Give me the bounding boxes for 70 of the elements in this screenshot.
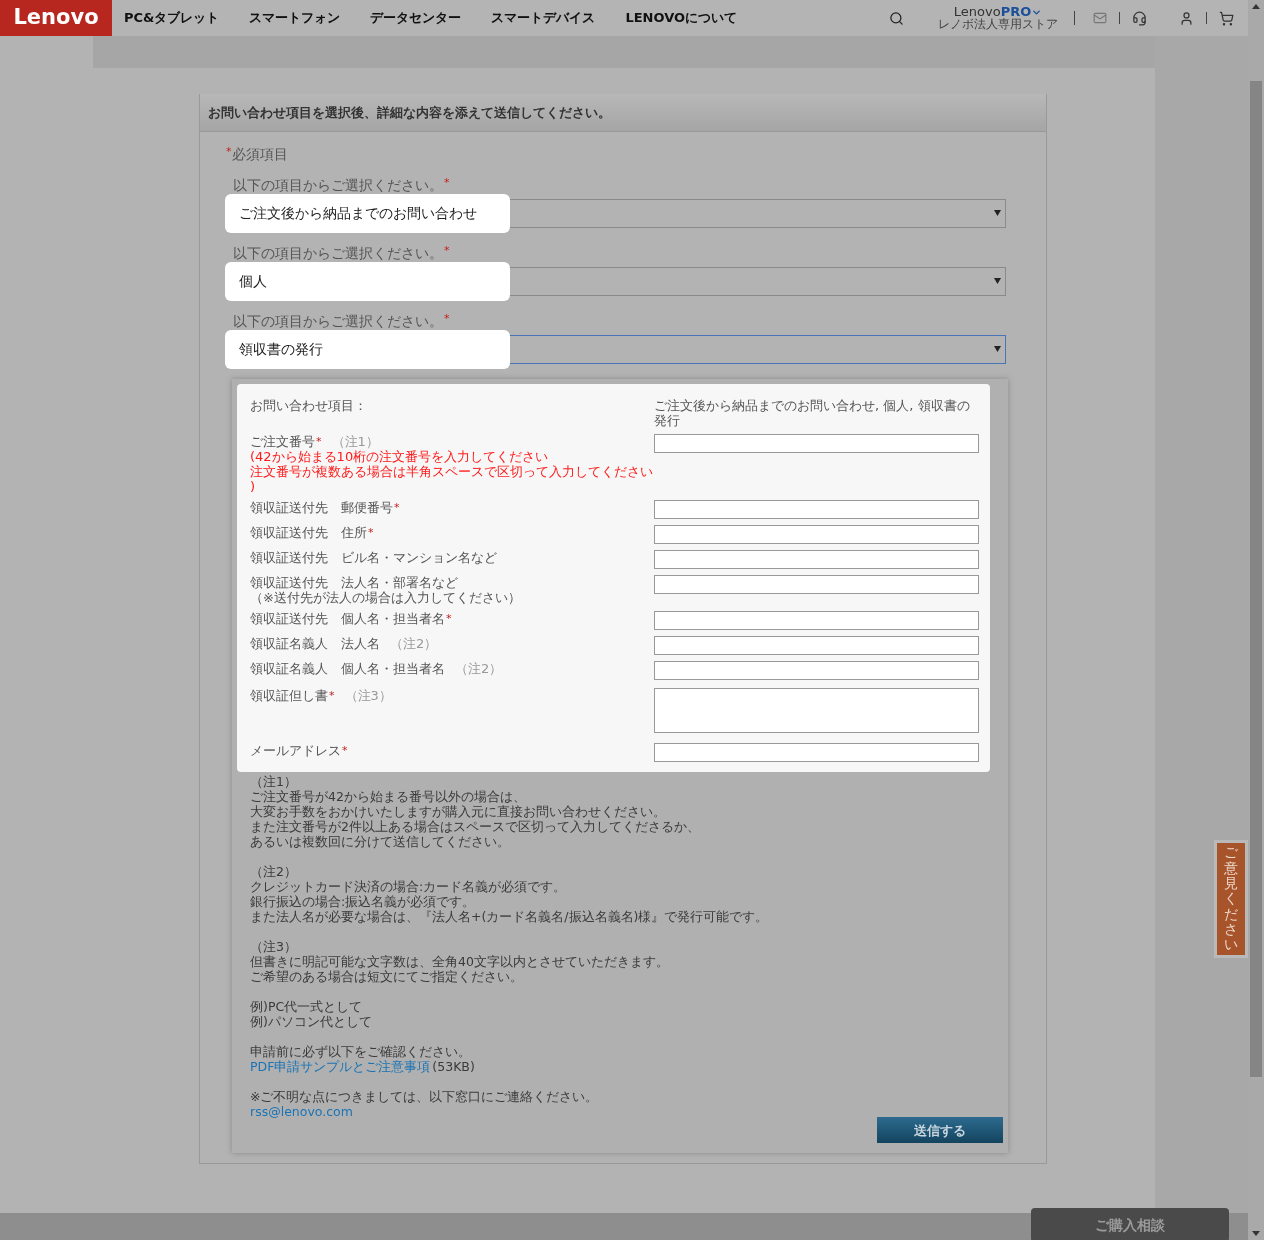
user-icon[interactable]: [1179, 10, 1194, 26]
caret-icon: [994, 346, 1001, 352]
text-area[interactable]: [654, 688, 979, 733]
select-label: 以下の項目からご選択ください。: [233, 312, 443, 331]
panel-title: お問い合わせ項目を選択後、詳細な内容を添えて送信してください。: [208, 103, 611, 122]
scrollbar[interactable]: [1248, 0, 1264, 1240]
submit-button[interactable]: 送信する: [877, 1117, 1003, 1143]
input-field[interactable]: [654, 661, 979, 680]
feedback-tab[interactable]: ご意見ください: [1214, 840, 1248, 958]
field-sublabel: （※送付先が法人の場合は入力してください）: [250, 590, 522, 605]
dropdown-value: 個人: [239, 272, 267, 291]
select-label: 以下の項目からご選択ください。: [233, 244, 443, 263]
caret-icon: [994, 278, 1001, 284]
input-field[interactable]: [654, 434, 979, 453]
input-field[interactable]: [654, 525, 979, 544]
hint-text: (42から始まる10桁の注文番号を入力してください: [250, 449, 549, 464]
input-field[interactable]: [654, 500, 979, 519]
field-label: 領収証但し書*: [250, 688, 335, 703]
field-label: ご注文番号*: [250, 434, 322, 449]
field-label: 領収証送付先 住所*: [250, 525, 374, 540]
note-paragraph: （注2） クレジットカード決済の場合:カード名義が必須です。 銀行振込の場合:振込名義が必須です。 また法人名が必要な場合は、『法人名+(カード名義名/振込名義名)様』で発行可能です。: [250, 864, 769, 924]
nav-link[interactable]: PC&タブレット: [124, 8, 220, 28]
required-mark: *: [226, 144, 232, 160]
scroll-down-icon[interactable]: [1252, 1231, 1260, 1236]
contact-text: ※ご不明な点につきましては、以下窓口にご連絡ください。: [250, 1089, 599, 1104]
nav-link[interactable]: スマートフォン: [249, 8, 341, 28]
field-label: 領収証送付先 法人名・部署名など: [250, 575, 458, 590]
nav-link[interactable]: LENOVOについて: [625, 8, 738, 28]
note-paragraph: 例)PC代一式として 例)パソコン代として: [250, 999, 372, 1029]
note-reference: （注1）: [331, 434, 379, 449]
input-field[interactable]: [654, 611, 979, 630]
nav-link[interactable]: スマートデバイス: [491, 8, 596, 28]
summary-label: お問い合わせ項目：: [250, 398, 368, 415]
input-field[interactable]: [654, 636, 979, 655]
note-reference: （注2）: [390, 636, 438, 651]
field-label: 領収証送付先 ビル名・マンション名など: [250, 550, 497, 565]
field-label: メールアドレス*: [250, 743, 348, 758]
required-mark: *: [444, 243, 450, 259]
dropdown-value: ご注文後から納品までのお問い合わせ: [239, 204, 477, 223]
dropdown-value: 領収書の発行: [239, 340, 323, 359]
headset-icon[interactable]: [1132, 10, 1147, 26]
scrollbar-thumb[interactable]: [1250, 81, 1262, 1077]
input-field[interactable]: [654, 575, 979, 594]
summary-value: ご注文後から納品までのお問い合わせ, 個人, 領収書の発行: [654, 398, 971, 428]
input-field[interactable]: [654, 550, 979, 569]
cart-icon[interactable]: [1219, 10, 1234, 26]
file-size: (53KB): [432, 1059, 475, 1074]
hint-text: ): [250, 479, 256, 494]
nav-link[interactable]: データセンター: [370, 8, 462, 28]
required-mark: *: [444, 311, 450, 327]
scroll-up-icon[interactable]: [1252, 4, 1260, 9]
mail-icon[interactable]: [1093, 11, 1107, 25]
lenovo-logo[interactable]: Lenovo: [0, 0, 112, 36]
note-reference: （注3）: [344, 688, 392, 703]
search-icon[interactable]: [889, 10, 904, 26]
required-note: 必須項目: [231, 145, 288, 164]
pro-store-logo[interactable]: LenovoPRO レノボ法人専用ストア: [938, 5, 1058, 31]
caret-icon: [994, 210, 1001, 216]
field-label: 領収証名義人 法人名: [250, 636, 380, 651]
note-paragraph: （注1） ご注文番号が42から始まる番号以外の場合は、 大変お手数をおかけいたしますが購入元に直接お問い合わせください。 また注文番号が2件以上ある場合はスペースで区切って入力してくださるか、 あるいは複数回に分けて送信してください。: [250, 774, 700, 849]
input-field[interactable]: [654, 743, 979, 762]
note-paragraph: （注3） 但書きに明記可能な文字数は、全角40文字以内とさせていただきます。 ご希望のある場合は短文にてご指定ください。: [250, 939, 669, 984]
note-reference: （注2）: [455, 661, 503, 676]
field-label: 領収証送付先 個人名・担当者名*: [250, 611, 452, 626]
hint-text: 注文番号が複数ある場合は半角スペースで区切って入力してください: [250, 464, 653, 479]
required-mark: *: [444, 175, 450, 191]
field-label: 領収証送付先 郵便番号*: [250, 500, 400, 515]
field-label: 領収証名義人 個人名・担当者名: [250, 661, 445, 676]
select-label: 以下の項目からご選択ください。: [233, 176, 443, 195]
confirm-text: 申請前に必ず以下をご確認ください。: [250, 1044, 471, 1059]
